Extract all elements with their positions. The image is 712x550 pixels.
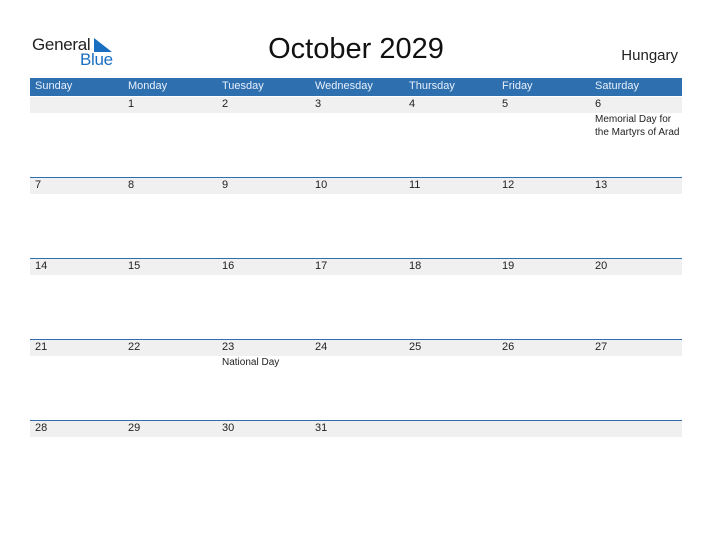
day-number: 12	[502, 179, 515, 191]
day-number: 23	[222, 341, 235, 353]
day-number: 11	[409, 179, 421, 191]
day-number: 14	[35, 260, 48, 272]
day-number: 10	[315, 179, 328, 191]
day-number: 21	[35, 341, 48, 353]
day-number: 27	[595, 341, 608, 353]
day-number: 20	[595, 260, 608, 272]
day-number: 17	[315, 260, 328, 272]
country-label: Hungary	[621, 47, 678, 64]
day-number: 25	[409, 341, 422, 353]
day-number: 18	[409, 260, 422, 272]
day-number: 13	[595, 179, 608, 191]
weekday-saturday: Saturday	[595, 80, 640, 92]
week-row: 28 29 30 31	[30, 420, 682, 502]
day-number: 7	[35, 179, 42, 191]
day-number: 1	[128, 98, 135, 110]
week-row: 1 2 3 4 5 6 Memorial Day for the Martyrs of Ar…	[30, 97, 682, 178]
weekday-tuesday: Tuesday	[222, 80, 264, 92]
weekday-header: Sunday Monday Tuesday Wednesday Thursday Frid…	[30, 78, 682, 96]
day-number: 6	[595, 98, 602, 110]
day-number: 26	[502, 341, 515, 353]
day-number: 2	[222, 98, 229, 110]
day-number: 16	[222, 260, 235, 272]
weekday-wednesday: Wednesday	[315, 80, 373, 92]
day-number: 24	[315, 341, 328, 353]
week-row: 14 15 16 17 18 19 20	[30, 258, 682, 340]
day-number: 19	[502, 260, 515, 272]
week-row: 7 8 9 10 11 12 13	[30, 177, 682, 259]
day-number: 5	[502, 98, 509, 110]
week-row: 21 22 23 National Day 24 25 26 27	[30, 339, 682, 421]
day-number: 8	[128, 179, 135, 191]
day-number: 30	[222, 422, 235, 434]
weekday-sunday: Sunday	[35, 80, 73, 92]
day-number: 31	[315, 422, 328, 434]
day-number: 9	[222, 179, 229, 191]
day-number: 22	[128, 341, 141, 353]
weekday-thursday: Thursday	[409, 80, 455, 92]
holiday-event: Memorial Day for the Martyrs of Arad	[595, 114, 680, 138]
weekday-friday: Friday	[502, 80, 533, 92]
calendar-title: October 2029	[268, 33, 444, 65]
holiday-event: National Day	[222, 357, 280, 368]
day-number: 15	[128, 260, 141, 272]
weekday-monday: Monday	[128, 80, 168, 92]
day-number: 4	[409, 98, 416, 110]
day-number: 29	[128, 422, 141, 434]
day-number: 3	[315, 98, 322, 110]
day-number: 28	[35, 422, 48, 434]
